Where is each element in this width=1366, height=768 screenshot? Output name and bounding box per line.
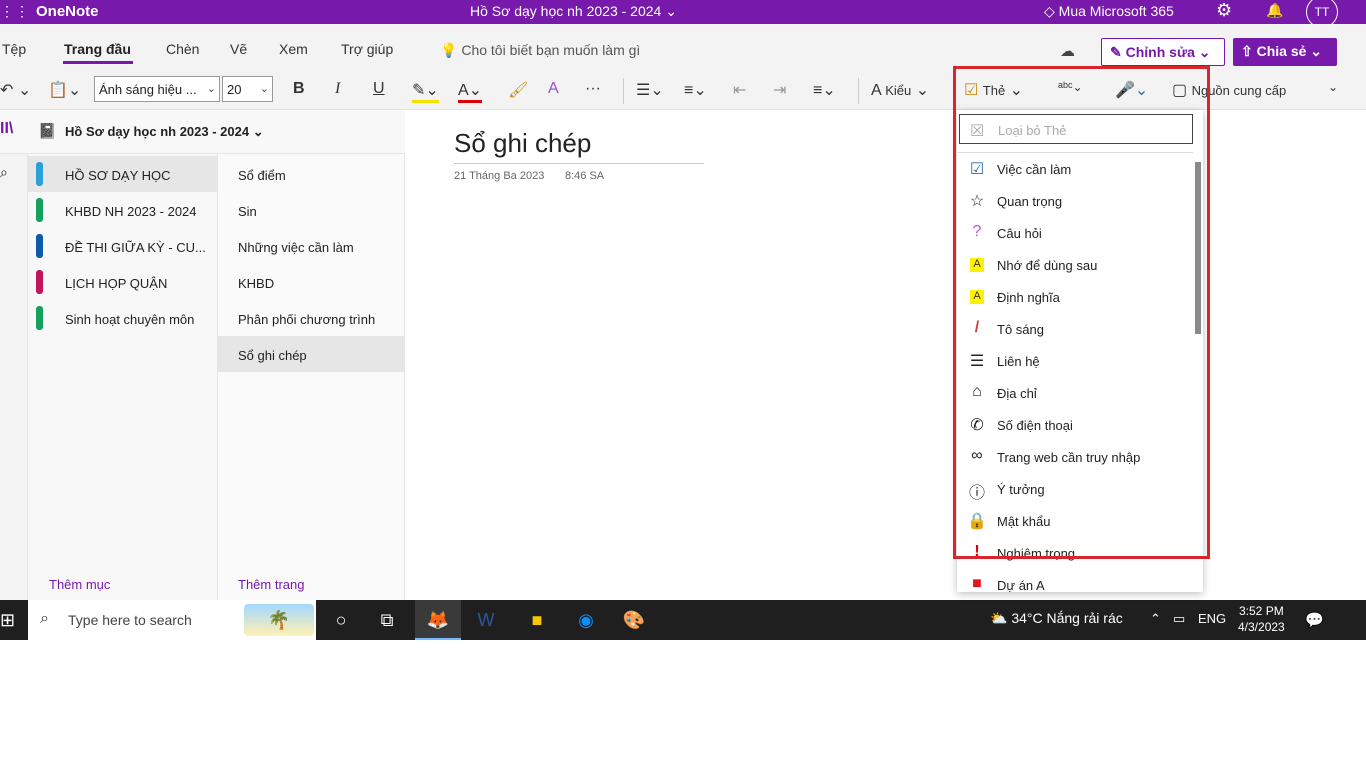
- page-item[interactable]: Những việc cần làm: [218, 228, 405, 264]
- paste-icon[interactable]: 📋⌄: [48, 80, 81, 100]
- italic-button[interactable]: I: [335, 80, 340, 98]
- section-color-tab: [36, 198, 43, 222]
- add-section-button[interactable]: Thêm mục: [49, 577, 110, 592]
- format-painter-icon[interactable]: 🖌: [508, 80, 528, 100]
- section-item[interactable]: HỒ SƠ DẠY HỌC: [28, 156, 218, 192]
- section-item[interactable]: ĐỀ THI GIỮA KỲ - CU...: [28, 228, 218, 264]
- tab-draw[interactable]: Vẽ: [230, 41, 247, 57]
- title-bar: ⋮⋮ OneNote Hồ Sơ dạy học nh 2023 - 2024 …: [0, 0, 1366, 28]
- windows-start-icon[interactable]: ⊞: [0, 610, 15, 631]
- notebook-icon: 📓: [38, 123, 57, 140]
- page-item[interactable]: Sổ điểm: [218, 156, 405, 192]
- font-color-icon[interactable]: A⌄: [458, 80, 483, 103]
- numbering-icon[interactable]: ≡⌄: [684, 80, 707, 100]
- underline-button[interactable]: U: [373, 80, 385, 98]
- active-tab-indicator: [63, 61, 133, 64]
- lightbulb-icon: 💡: [440, 42, 458, 58]
- taskbar-search-box[interactable]: ⌕ Type here to search 🌴: [28, 600, 316, 640]
- page-date: 21 Tháng Ba 2023: [454, 170, 545, 182]
- cortana-icon[interactable]: ○: [318, 600, 364, 640]
- pages-pane: Sổ điểm Sin Những việc cần làm KHBD Phân…: [218, 154, 405, 600]
- section-item[interactable]: KHBD NH 2023 - 2024: [28, 192, 218, 228]
- notebooks-icon[interactable]: II\: [0, 120, 13, 138]
- align-icon[interactable]: ≡⌄: [813, 80, 836, 100]
- notification-icon[interactable]: 💬: [1305, 611, 1324, 629]
- tell-me-search[interactable]: 💡 Cho tôi biết bạn muốn làm gì: [440, 42, 640, 59]
- highlight-icon[interactable]: ✎⌄: [412, 80, 439, 103]
- zalo-icon[interactable]: ◉: [563, 600, 609, 640]
- firefox-icon[interactable]: 🦊: [415, 600, 461, 640]
- notebook-name[interactable]: Hồ Sơ dạy học nh 2023 - 2024 ⌄: [65, 124, 264, 140]
- section-color-tab: [36, 234, 43, 258]
- weather-widget[interactable]: ⛅ 34°C Nắng rải rác: [990, 610, 1123, 627]
- ribbon-tabs: Tệp Trang đầu Chèn Vẽ Xem Trợ giúp 💡 Cho…: [0, 24, 1366, 70]
- section-color-tab: [36, 270, 43, 294]
- windows-taskbar: ⊞ ⌕ Type here to search 🌴 ○ ⧉ 🦊 W ■ ◉ 🎨 …: [0, 600, 1366, 640]
- ribbon-collapse-icon[interactable]: ⌄: [1328, 80, 1338, 94]
- share-button[interactable]: ⇧ Chia sẻ ⌄: [1233, 38, 1337, 66]
- page-title[interactable]: Sổ ghi chép: [454, 128, 704, 164]
- task-view-icon[interactable]: ⧉: [364, 600, 410, 640]
- sections-pane: HỒ SƠ DẠY HỌC KHBD NH 2023 - 2024 ĐỀ THI…: [28, 154, 218, 600]
- paint-icon[interactable]: 🎨: [611, 600, 657, 640]
- edit-mode-button[interactable]: ✎ Chỉnh sửa ⌄: [1101, 38, 1225, 66]
- bullets-icon[interactable]: ☰⌄: [636, 80, 664, 100]
- gear-icon[interactable]: ⚙: [1216, 0, 1232, 21]
- page-item[interactable]: Sổ ghi chép: [218, 336, 405, 372]
- style-select[interactable]: Ánh sáng hiệu ... ⌄: [94, 76, 220, 102]
- section-item[interactable]: LỊCH HỌP QUẬN: [28, 264, 218, 300]
- project-a-icon: ■: [972, 575, 982, 592]
- notebook-header: II\ 📓 Hồ Sơ dạy học nh 2023 - 2024 ⌄: [0, 110, 405, 154]
- bell-icon[interactable]: 🔔: [1266, 2, 1283, 19]
- language-indicator[interactable]: ENG: [1198, 611, 1226, 626]
- buy-microsoft-365-link[interactable]: ◇ Mua Microsoft 365: [1044, 3, 1174, 20]
- word-icon[interactable]: W: [463, 600, 509, 640]
- tab-insert[interactable]: Chèn: [166, 41, 199, 57]
- increase-indent-icon[interactable]: ⇥: [773, 80, 786, 100]
- tab-help[interactable]: Trợ giúp: [341, 41, 393, 57]
- tab-home[interactable]: Trang đầu: [64, 41, 131, 57]
- page-item[interactable]: Sin: [218, 192, 405, 228]
- toolbar-divider: [858, 78, 859, 104]
- app-name: OneNote: [36, 3, 99, 20]
- page-time: 8:46 SA: [565, 170, 605, 182]
- document-title[interactable]: Hồ Sơ dạy học nh 2023 - 2024 ⌄: [470, 3, 677, 20]
- tab-view[interactable]: Xem: [279, 41, 308, 57]
- clear-formatting-icon[interactable]: A: [548, 80, 559, 98]
- page-item[interactable]: KHBD: [218, 264, 405, 300]
- styles-icon: A: [871, 82, 881, 99]
- styles-button[interactable]: A Kiểu ⌄: [871, 80, 929, 100]
- app-launcher-icon[interactable]: ⋮⋮: [0, 3, 29, 20]
- undo-icon[interactable]: ↶ ⌄: [0, 80, 31, 100]
- page-item[interactable]: Phân phối chương trình: [218, 300, 405, 336]
- decrease-indent-icon[interactable]: ⇤: [733, 80, 746, 100]
- bold-button[interactable]: B: [293, 80, 305, 98]
- section-item[interactable]: Sinh hoạt chuyên môn: [28, 300, 218, 336]
- sticky-notes-icon[interactable]: ■: [514, 600, 560, 640]
- tag-project-a[interactable]: ■ Dự án A: [957, 570, 1193, 592]
- section-color-tab: [36, 162, 43, 186]
- more-options-button[interactable]: ···: [585, 80, 601, 98]
- system-clock[interactable]: 3:52 PM 4/3/2023: [1238, 603, 1285, 635]
- search-icon: ⌕: [40, 610, 49, 627]
- sync-status-icon[interactable]: ☁: [1060, 42, 1075, 60]
- chevron-up-icon[interactable]: ⌃: [1150, 611, 1161, 627]
- font-size-select[interactable]: 20 ⌄: [222, 76, 273, 102]
- navigation-strip: ⌕: [0, 154, 28, 600]
- search-icon[interactable]: ⌕: [0, 164, 8, 181]
- add-page-button[interactable]: Thêm trang: [238, 577, 304, 592]
- weather-icon: ⛅: [990, 610, 1008, 626]
- network-icon[interactable]: ▭: [1173, 611, 1185, 627]
- annotation-highlight-box: [953, 66, 1210, 559]
- tab-file[interactable]: Tệp: [2, 41, 26, 57]
- search-highlight-image: 🌴: [244, 604, 314, 636]
- section-color-tab: [36, 306, 43, 330]
- toolbar-divider: [623, 78, 624, 104]
